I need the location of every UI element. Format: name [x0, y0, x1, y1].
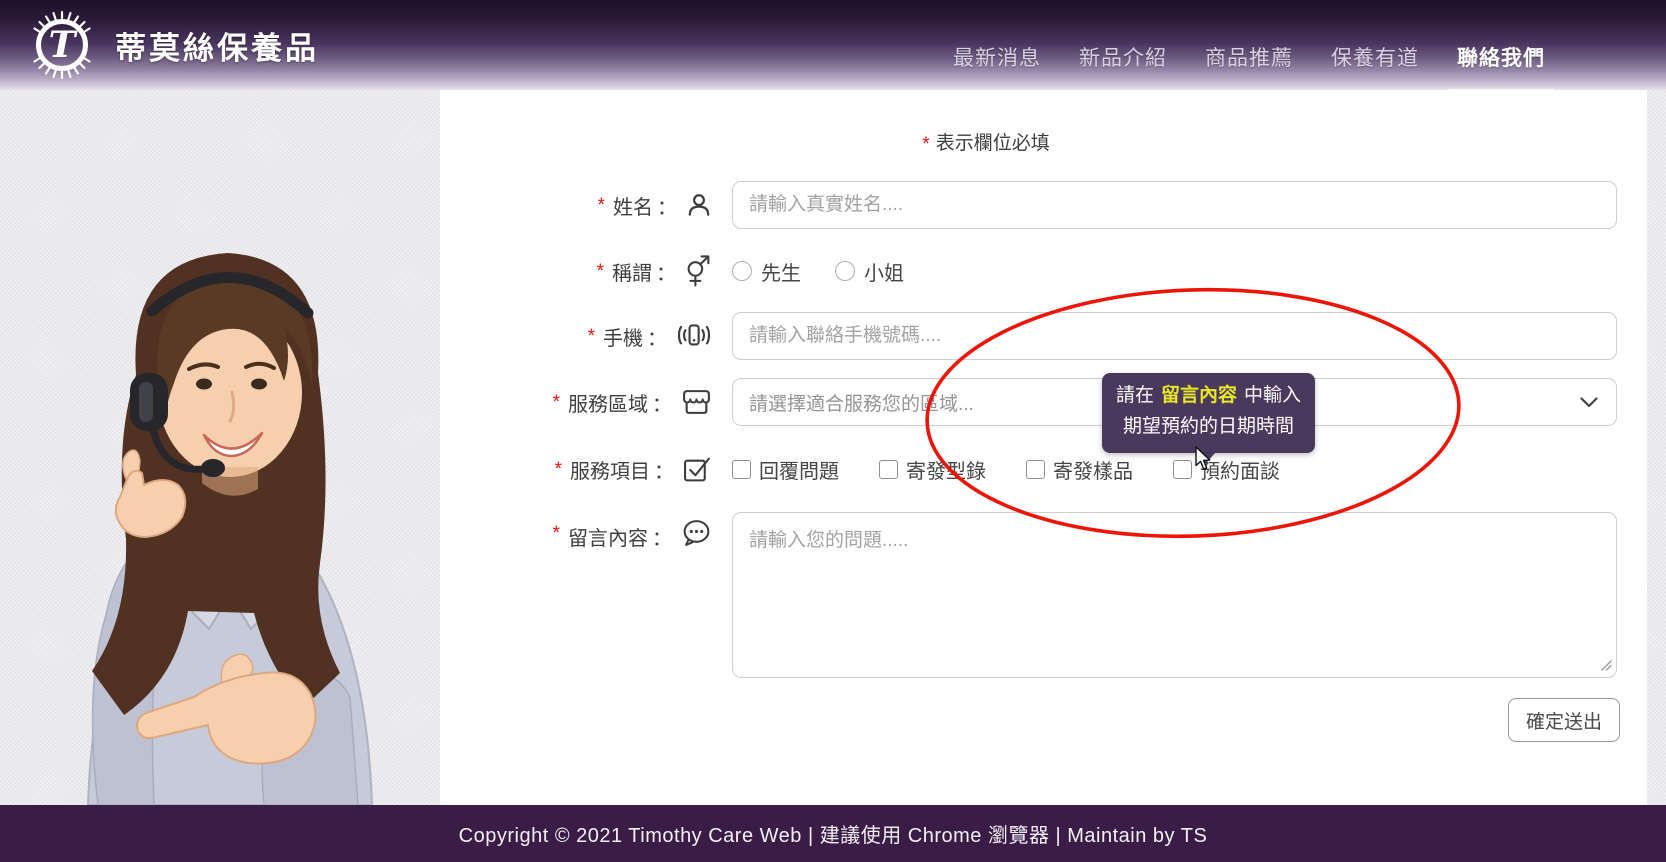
radio-mr-label: 先生	[761, 257, 801, 286]
resize-handle-icon[interactable]	[1600, 659, 1612, 671]
tooltip-arrow	[1196, 452, 1216, 463]
name-label-text: 姓名	[613, 191, 653, 220]
message-field-cell	[732, 512, 1617, 678]
footer: Copyright © 2021 Timothy Care Web | 建議使用…	[0, 805, 1666, 862]
form-row-title: * 稱謂： 先生	[440, 247, 1617, 295]
nav-item-recommended[interactable]: 商品推薦	[1205, 42, 1293, 72]
storefront-icon	[681, 388, 712, 416]
title-label-text: 稱謂	[612, 257, 652, 286]
checkbox-box[interactable]	[879, 460, 898, 479]
phone-field-cell	[732, 312, 1617, 360]
colon: ：	[654, 455, 674, 484]
form-row-message: * 留言內容：	[440, 512, 1617, 678]
checkbox-box[interactable]	[732, 460, 751, 479]
name-label: * 姓名：	[440, 191, 712, 220]
site-header: T 蒂莫絲保養品 最新消息 新品介紹 商品推薦 保養有道 聯絡我們	[0, 0, 1666, 90]
title-label: * 稱謂：	[440, 255, 712, 287]
submit-button[interactable]: 確定送出	[1508, 698, 1620, 742]
form-row-region: * 服務區域： 請選擇適合服務您的區域...	[440, 378, 1617, 426]
colon: ：	[652, 388, 672, 417]
name-input[interactable]	[732, 181, 1617, 229]
message-label: * 留言內容：	[440, 512, 712, 551]
checked-box-icon	[683, 455, 712, 483]
contact-form-section: *表示欄位必填 * 姓名： * 稱謂：	[440, 90, 1647, 805]
checkbox-label: 寄發樣品	[1053, 455, 1133, 484]
required-asterisk: *	[922, 134, 929, 155]
colon: ：	[657, 191, 677, 220]
checkbox-send-sample[interactable]: 寄發樣品	[1026, 455, 1133, 484]
name-field-cell	[732, 181, 1617, 229]
speech-bubble-icon	[681, 519, 712, 547]
message-textarea[interactable]	[732, 512, 1617, 678]
colon: ：	[652, 522, 672, 551]
phone-label: * 手機：	[440, 322, 712, 351]
main-nav: 最新消息 新品介紹 商品推薦 保養有道 聯絡我們	[953, 42, 1545, 72]
form-row-phone: * 手機：	[440, 312, 1617, 360]
customer-service-photo	[6, 227, 436, 805]
checkbox-send-catalog[interactable]: 寄發型錄	[879, 455, 986, 484]
phone-input[interactable]	[732, 312, 1617, 360]
required-note: * 表示欄位必填	[440, 128, 1532, 155]
tooltip: 請在留言內容中輸入 期望預約的日期時間	[1102, 373, 1315, 453]
required-asterisk: *	[598, 195, 605, 217]
tooltip-line1: 請在留言內容中輸入	[1116, 381, 1301, 412]
radio-ms-label: 小姐	[864, 257, 904, 286]
page: T 蒂莫絲保養品 最新消息 新品介紹 商品推薦 保養有道 聯絡我們	[0, 0, 1666, 862]
tooltip-highlight: 留言內容	[1161, 385, 1237, 406]
brand-logo-icon[interactable]: T	[27, 10, 97, 80]
left-column	[0, 90, 440, 805]
required-asterisk: *	[553, 523, 560, 545]
nav-item-new-products[interactable]: 新品介紹	[1079, 42, 1167, 72]
required-asterisk: *	[555, 459, 562, 481]
services-field-cell: 回覆問題 寄發型錄 寄發樣品 預約面談	[732, 455, 1617, 484]
radio-circle[interactable]	[732, 261, 752, 281]
checkbox-box[interactable]	[1173, 460, 1192, 479]
radio-ms[interactable]: 小姐	[835, 257, 904, 286]
nav-item-care-tips[interactable]: 保養有道	[1331, 42, 1419, 72]
person-icon	[686, 192, 712, 218]
checkbox-label: 寄發型錄	[906, 455, 986, 484]
colon: ：	[656, 257, 676, 286]
required-asterisk: *	[597, 261, 604, 283]
tooltip-prefix: 請在	[1116, 385, 1154, 406]
phone-label-text: 手機	[603, 322, 643, 351]
region-label-text: 服務區域	[568, 388, 648, 417]
region-select-value: 請選擇適合服務您的區域...	[749, 389, 974, 416]
required-asterisk: *	[553, 392, 560, 414]
required-asterisk: *	[588, 326, 595, 348]
tooltip-line2: 期望預約的日期時間	[1116, 412, 1301, 443]
brand-title: 蒂莫絲保養品	[115, 23, 319, 68]
brand[interactable]: T 蒂莫絲保養品	[27, 10, 319, 80]
title-field-cell: 先生 小姐	[732, 257, 1617, 286]
checkbox-label: 回覆問題	[759, 455, 839, 484]
region-label: * 服務區域：	[440, 388, 712, 417]
nav-item-contact-active[interactable]: 聯絡我們	[1457, 42, 1545, 72]
radio-circle[interactable]	[835, 261, 855, 281]
services-label-text: 服務項目	[570, 455, 650, 484]
radio-mr[interactable]: 先生	[732, 257, 801, 286]
form-row-name: * 姓名：	[440, 181, 1617, 229]
checkbox-reply-question[interactable]: 回覆問題	[732, 455, 839, 484]
colon: ：	[647, 322, 667, 351]
required-note-text: 表示欄位必填	[936, 133, 1050, 154]
vibrating-phone-icon	[676, 322, 712, 350]
gender-icon	[685, 255, 712, 287]
svg-text:T: T	[49, 24, 78, 66]
form-row-services: * 服務項目： 回覆問題 寄發型錄	[440, 445, 1617, 493]
tooltip-suffix: 中輸入	[1244, 385, 1301, 406]
checkbox-box[interactable]	[1026, 460, 1045, 479]
message-label-text: 留言內容	[568, 522, 648, 551]
copyright-text: Copyright © 2021 Timothy Care Web | 建議使用…	[459, 819, 1208, 848]
services-label: * 服務項目：	[440, 455, 712, 484]
checkbox-book-meeting[interactable]: 預約面談	[1173, 455, 1280, 484]
chevron-down-icon	[1580, 397, 1598, 408]
nav-item-news[interactable]: 最新消息	[953, 42, 1041, 72]
